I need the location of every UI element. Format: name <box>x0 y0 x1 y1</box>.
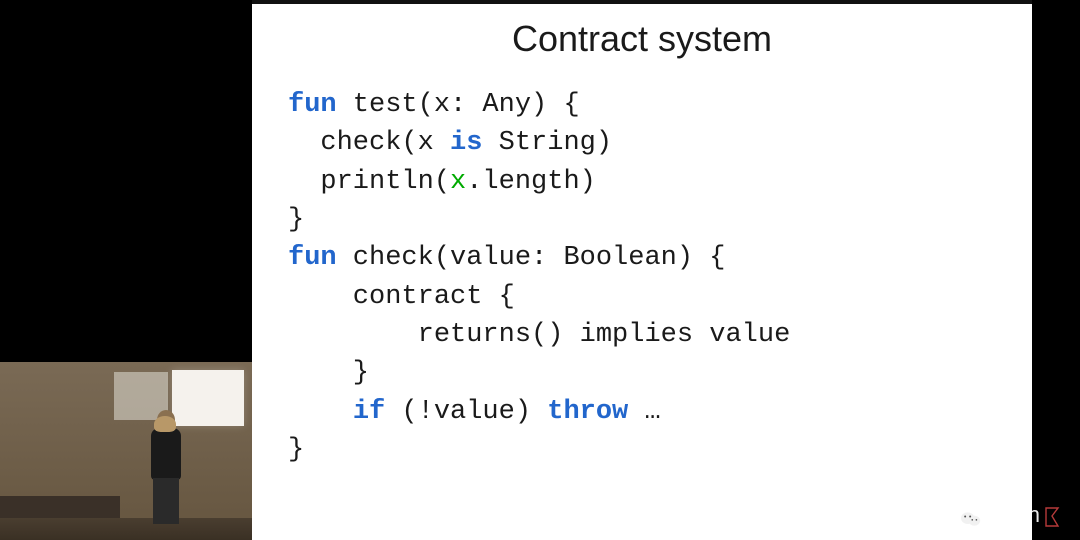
pip-speaker-legs <box>153 478 179 524</box>
keyword-throw: throw <box>547 397 628 427</box>
pip-floor <box>0 518 252 540</box>
pip-table <box>0 496 120 518</box>
speaker-camera-inset <box>0 362 252 540</box>
watermark-text: Kotlin <box>985 502 1040 528</box>
code-text: test(x: Any) { <box>337 90 580 120</box>
wechat-icon <box>961 510 981 528</box>
keyword-fun: fun <box>288 90 337 120</box>
keyword-if: if <box>353 397 385 427</box>
code-block: fun test(x: Any) { check(x is String) pr… <box>288 86 996 469</box>
code-text: } <box>288 201 996 239</box>
pip-speaker-hair <box>154 416 176 432</box>
pip-speaker-torso <box>151 428 181 480</box>
letterbox-top <box>252 0 1032 4</box>
code-text: check(x <box>288 128 450 158</box>
code-text: String) <box>482 128 612 158</box>
watermark-logo-icon <box>1044 506 1062 528</box>
code-text: } <box>288 431 996 469</box>
code-text: … <box>628 397 660 427</box>
code-text: println( <box>288 167 450 197</box>
smartcast-variable: x <box>450 167 466 197</box>
code-text: .length) <box>466 167 596 197</box>
keyword-is: is <box>450 128 482 158</box>
letterbox-right <box>1032 0 1080 540</box>
watermark: Kotlin <box>961 502 1062 528</box>
code-text: (!value) <box>385 397 547 427</box>
pip-speaker <box>148 410 184 522</box>
code-text: } <box>288 354 996 392</box>
slide: Contract system fun test(x: Any) { check… <box>252 0 1032 540</box>
code-text: returns() implies value <box>288 316 996 354</box>
keyword-fun: fun <box>288 243 337 273</box>
slide-title: Contract system <box>288 18 996 60</box>
code-text <box>288 397 353 427</box>
code-text: check(value: Boolean) { <box>337 243 726 273</box>
code-text: contract { <box>288 278 996 316</box>
